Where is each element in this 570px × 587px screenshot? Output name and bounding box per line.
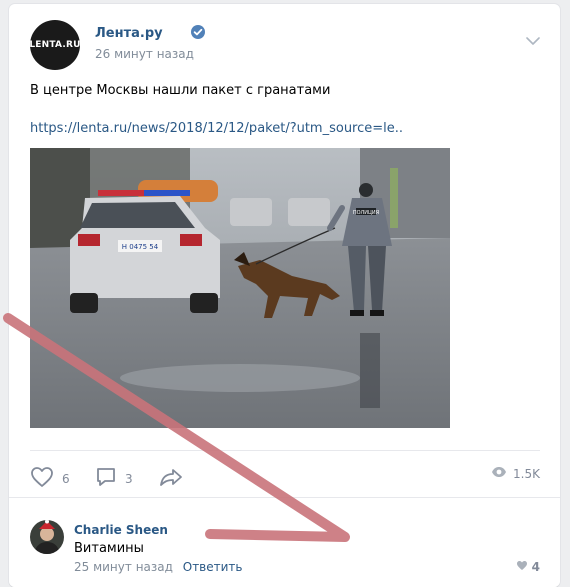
comment-author-link[interactable]: Charlie Sheen [74,523,168,537]
share-icon [159,466,183,491]
views-count: 1.5K [513,466,540,481]
views-counter: 1.5K [491,466,540,481]
share-button[interactable] [159,466,183,491]
reply-button[interactable]: Ответить [183,560,243,574]
photo-scene: Н 0475 54 ПОЛИЦИЯ [30,148,450,428]
post-link[interactable]: https://lenta.ru/news/2018/12/12/paket/?… [30,121,403,136]
comment-like-button[interactable]: 4 [516,560,540,574]
post-actions: 6 3 1.5K [30,450,540,500]
comments-section: Charlie Sheen Витамины 25 минут назад От… [9,497,560,587]
chevron-down-icon[interactable] [526,34,540,45]
comment-avatar[interactable] [30,520,64,554]
svg-text:Н 0475 54: Н 0475 54 [122,243,159,251]
heart-icon [30,466,54,491]
comment-icon [95,466,117,491]
comment-meta: 25 минут назад Ответить [74,560,243,574]
eye-icon [491,466,507,481]
post-card: LENTA.RU Лента.ру 26 минут назад В центр… [9,4,560,587]
like-count: 6 [62,471,70,486]
comment-text: Витамины [74,541,144,556]
post-timestamp[interactable]: 26 минут назад [95,47,194,61]
comment-count: 3 [125,471,133,486]
like-button[interactable]: 6 [30,466,70,491]
author-name-link[interactable]: Лента.ру [95,26,163,41]
comment-timestamp[interactable]: 25 минут назад [74,560,173,574]
post-text: В центре Москвы нашли пакет с гранатами [30,83,331,98]
post-header: LENTA.RU Лента.ру 26 минут назад [29,20,544,70]
heart-icon [516,560,528,574]
comment-button[interactable]: 3 [95,466,133,491]
svg-text:ПОЛИЦИЯ: ПОЛИЦИЯ [353,210,379,216]
verified-icon [191,25,205,39]
avatar-logo-text: LENTA.RU [29,40,81,50]
post-photo[interactable]: Н 0475 54 ПОЛИЦИЯ [30,148,450,428]
author-avatar[interactable]: LENTA.RU [29,20,81,70]
comment-like-count: 4 [531,560,540,574]
